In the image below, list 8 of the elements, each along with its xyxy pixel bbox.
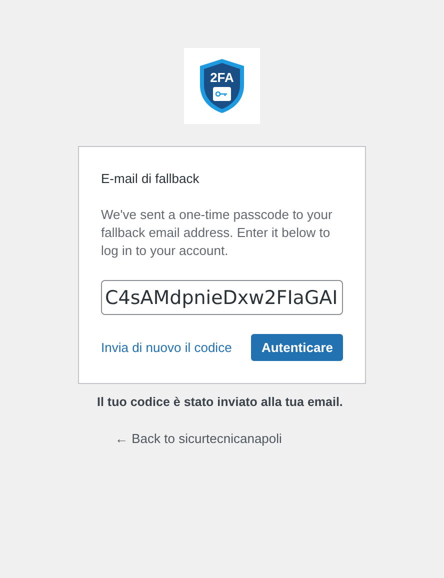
code-field[interactable]: C4sAMdpnieDxw2FIaGAI [101,280,343,315]
shield-logo-drawing: 2FA [197,57,247,115]
instructions-text: We've sent a one-time passcode to your fallback email address. Enter it below to log in to your account. [101,206,334,260]
card-title: E-mail di fallback [101,171,200,186]
status-message: Il tuo codice è stato inviato alla tua email. [97,395,344,409]
resend-link[interactable]: Invia di nuovo il codice [101,340,232,355]
submit-button[interactable]: Autenticare [251,334,343,361]
back-link[interactable]: ← Back to sicurtecnicanapoli [115,431,282,446]
